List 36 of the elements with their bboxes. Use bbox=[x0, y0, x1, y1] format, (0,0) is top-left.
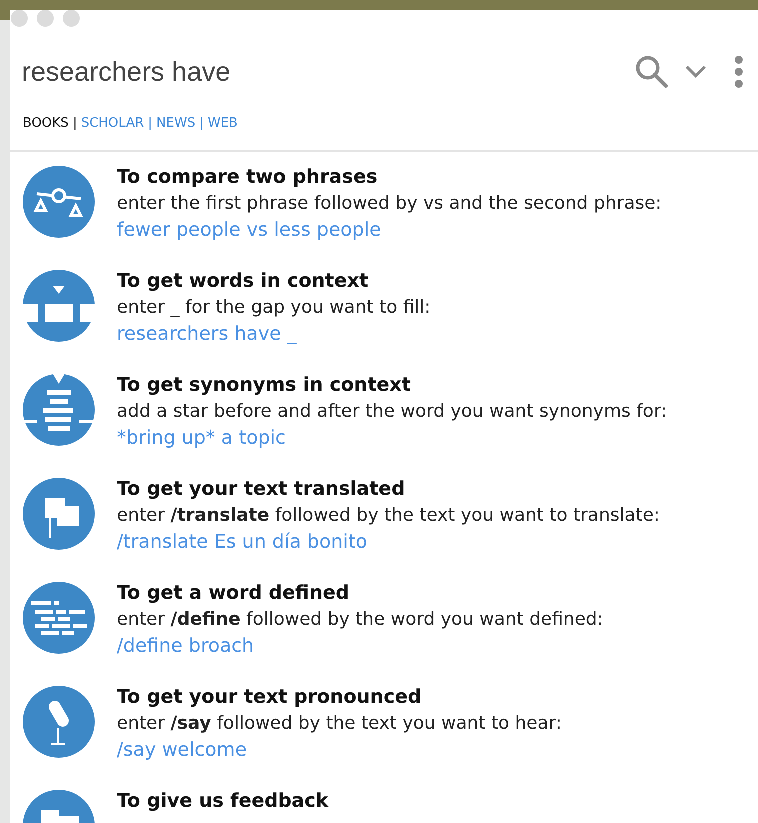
tip-description: enter /translate followed by the text you want to translate: bbox=[117, 504, 660, 528]
source-tab[interactable]: NEWS bbox=[156, 116, 196, 130]
tip-title: To get words in context bbox=[117, 269, 370, 294]
stacked-bars-icon bbox=[23, 374, 95, 446]
source-tab[interactable]: SCHOLAR bbox=[81, 116, 144, 130]
balance-scale-icon bbox=[23, 166, 95, 238]
tip-title: To get your text pronounced bbox=[117, 685, 423, 710]
tip-description: enter _ for the gap you want to fill: bbox=[117, 296, 431, 320]
tip-description: add a star before and after the word you want synonyms for: bbox=[117, 400, 668, 424]
tip-description: enter the first phrase followed by vs and the second phrase: bbox=[117, 192, 662, 216]
more-options-icon[interactable] bbox=[734, 56, 744, 88]
example-link[interactable]: /translate Es un día bonito bbox=[117, 529, 660, 556]
search-icon[interactable] bbox=[634, 54, 670, 90]
text-lines-icon bbox=[23, 582, 95, 654]
search-field[interactable]: researchers have bbox=[22, 56, 620, 88]
tip-description: enter /say followed by the text you want to hear: bbox=[117, 712, 562, 736]
tip-title: To get synonyms in context bbox=[117, 373, 412, 398]
tip-description: enter /define followed by the word you want defined: bbox=[117, 608, 604, 632]
gap-blocks-icon bbox=[23, 270, 95, 342]
tip-title: To give us feedback bbox=[117, 789, 329, 814]
microphone-icon bbox=[23, 686, 95, 758]
tip-title: To get your text translated bbox=[117, 477, 406, 502]
tab-separator: | bbox=[72, 116, 78, 130]
example-link[interactable]: fewer people vs less people bbox=[117, 217, 662, 244]
source-tab[interactable]: WEB bbox=[208, 116, 238, 130]
tip-title: To compare two phrases bbox=[117, 165, 379, 190]
example-link[interactable]: researchers have _ bbox=[117, 321, 431, 348]
chevron-down-icon[interactable] bbox=[684, 64, 708, 80]
example-link[interactable]: /define broach bbox=[117, 633, 604, 660]
tip-title: To get a word defined bbox=[117, 581, 350, 606]
tab-separator: | bbox=[200, 116, 204, 130]
example-link[interactable]: *bring up* a topic bbox=[117, 425, 668, 452]
example-link[interactable]: /say welcome bbox=[117, 737, 562, 764]
tab-separator: | bbox=[148, 116, 153, 130]
flag-icon bbox=[23, 478, 95, 550]
source-tab[interactable]: BOOKS bbox=[23, 116, 69, 130]
